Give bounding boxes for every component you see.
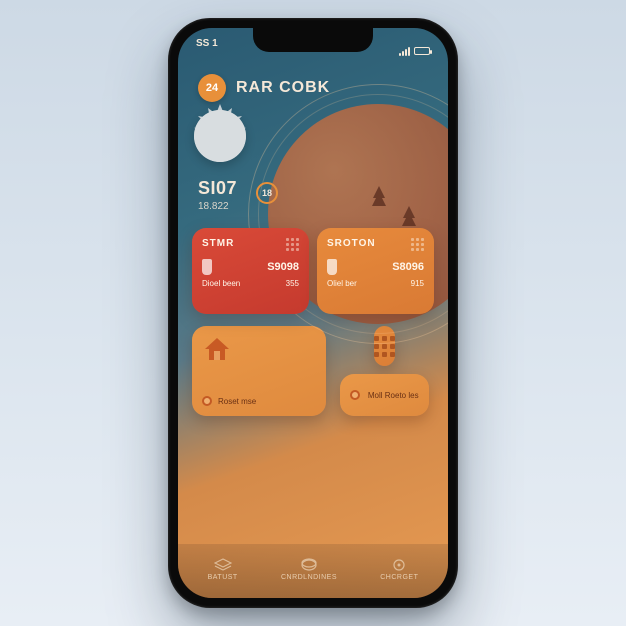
card-sroton-title: SROTON [327, 238, 424, 249]
card-stmr-label2: 355 [286, 279, 299, 288]
card-sroton-amount: S8096 [392, 261, 424, 273]
tile-home-label: Roset mse [218, 397, 256, 406]
coin-icon [300, 558, 318, 572]
radio-icon [350, 390, 360, 400]
card-stmr-title: STMR [202, 238, 299, 249]
tab-chcrget[interactable]: CHCRGET [380, 558, 418, 581]
card-stmr[interactable]: STMR S9098 Dioel been 355 [192, 228, 309, 314]
radio-icon [202, 396, 212, 406]
card-sroton-label2: 915 [411, 279, 424, 288]
screen: SS 1 24 RAR COBK [178, 28, 448, 598]
hero-badge[interactable]: 24 [198, 74, 226, 102]
tile-small[interactable]: Moll Roeto les [340, 374, 429, 416]
tab-bar: BATUST Cnrdlndines CHCRGET [178, 544, 448, 598]
summary-sub: 18.822 [198, 201, 428, 212]
summary: SI07 18.822 18 [178, 108, 448, 220]
bottle-icon [327, 259, 337, 275]
tab-batust[interactable]: BATUST [208, 558, 238, 581]
tile-small-label: Moll Roeto les [368, 391, 419, 400]
phone-frame: SS 1 24 RAR COBK [168, 18, 458, 608]
battery-icon [414, 47, 430, 55]
summary-value: SI07 [198, 178, 428, 199]
tile-home[interactable]: Roset mse [192, 326, 326, 416]
page-title: RAR COBK [236, 79, 330, 97]
house-icon [202, 336, 232, 362]
tab-label: BATUST [208, 574, 238, 581]
grid-icon [286, 238, 299, 251]
tab-label: Cnrdlndines [281, 574, 337, 581]
grid-icon [374, 336, 395, 357]
grid-icon [411, 238, 424, 251]
tab-label: CHCRGET [380, 574, 418, 581]
card-stmr-label1: Dioel been [202, 279, 240, 288]
signal-icon [399, 47, 410, 56]
card-stmr-amount: S9098 [267, 261, 299, 273]
disc-icon [390, 558, 408, 572]
bottle-icon [202, 259, 212, 275]
hero: 24 RAR COBK [178, 64, 448, 108]
status-right [399, 38, 430, 64]
notch [253, 28, 373, 52]
layers-icon [214, 558, 232, 572]
tab-center[interactable]: Cnrdlndines [281, 558, 337, 581]
status-time: SS 1 [196, 38, 218, 64]
card-sroton[interactable]: SROTON S8096 Oliel ber 915 [317, 228, 434, 314]
card-sroton-label1: Oliel ber [327, 279, 357, 288]
summary-chip[interactable]: 18 [256, 182, 278, 204]
